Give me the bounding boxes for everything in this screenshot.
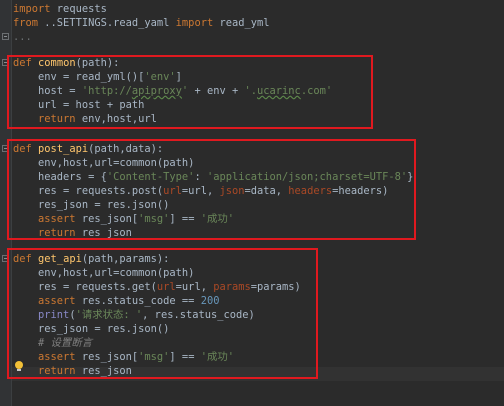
code-line-3[interactable]: ... xyxy=(13,31,32,44)
code-text: ..SETTINGS.read_yaml xyxy=(38,17,176,29)
fold-marker-icon[interactable] xyxy=(2,33,9,40)
folded-code-text: ... xyxy=(13,31,32,43)
code-text: requests xyxy=(50,3,107,15)
highlight-box-common xyxy=(7,55,373,129)
highlight-box-post-api xyxy=(7,139,416,240)
code-text: read_yml xyxy=(213,17,270,29)
keyword: import xyxy=(13,3,51,15)
code-line-2[interactable]: from ..SETTINGS.read_yaml import read_ym… xyxy=(13,17,270,30)
keyword: from xyxy=(13,17,39,29)
code-line-1[interactable]: import requests xyxy=(13,3,107,16)
highlight-box-get-api xyxy=(7,248,318,379)
code-editor[interactable]: import requests from ..SETTINGS.read_yam… xyxy=(0,0,504,406)
keyword: import xyxy=(175,17,214,29)
